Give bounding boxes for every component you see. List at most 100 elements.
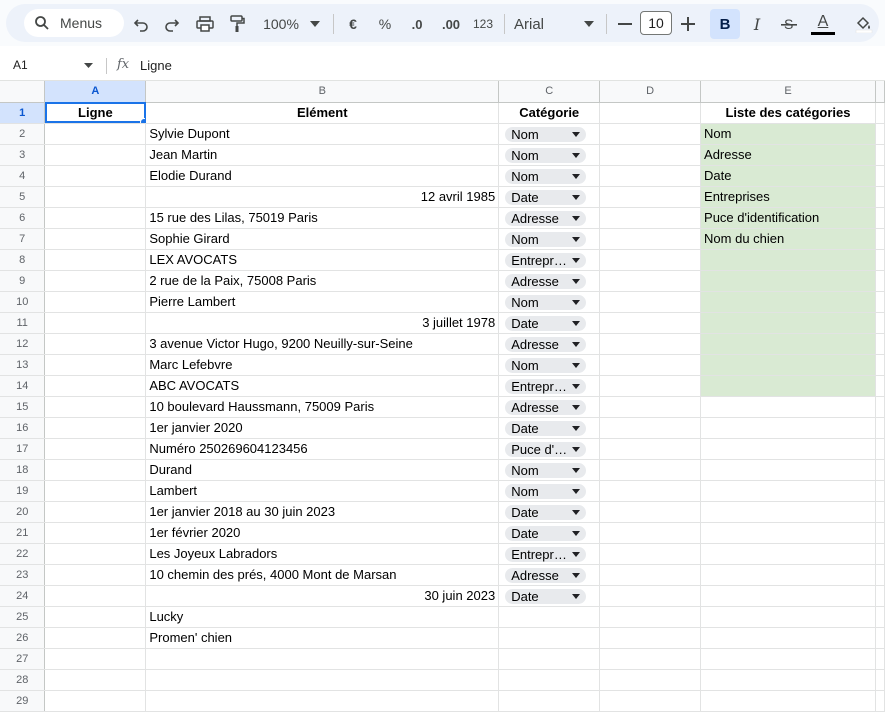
- cell-b-15[interactable]: 10 boulevard Haussmann, 75009 Paris: [145, 396, 500, 418]
- currency-button[interactable]: €: [343, 10, 363, 38]
- category-dropdown-chip[interactable]: Date: [505, 525, 587, 541]
- cell-b-2[interactable]: Sylvie Dupont: [145, 123, 500, 145]
- formula-input[interactable]: Ligne: [140, 58, 172, 73]
- name-box[interactable]: A1: [13, 58, 28, 72]
- row-header[interactable]: 4: [0, 165, 46, 187]
- cell-b-12[interactable]: 3 avenue Victor Hugo, 9200 Neuilly-sur-S…: [145, 333, 500, 355]
- category-dropdown-chip[interactable]: Nom: [505, 462, 587, 478]
- cell-c-9[interactable]: Adresse: [498, 270, 601, 292]
- cell-b-11[interactable]: 3 juillet 1978: [145, 312, 500, 334]
- cell-f-23[interactable]: [875, 564, 885, 586]
- category-dropdown-chip[interactable]: Date: [505, 315, 587, 331]
- font-chevron-down-icon[interactable]: [582, 10, 596, 38]
- cell-c-7[interactable]: Nom: [498, 228, 601, 250]
- cell-a-22[interactable]: [44, 543, 147, 565]
- category-dropdown-chip[interactable]: Puce d'identification: [505, 441, 587, 457]
- cell-e-14[interactable]: [700, 375, 876, 397]
- cell-d-1[interactable]: [599, 102, 702, 124]
- cell-e-1[interactable]: Liste des catégories: [700, 102, 876, 124]
- increase-decimal-button[interactable]: .00: [437, 10, 465, 38]
- cell-d-9[interactable]: [599, 270, 702, 292]
- cell-e-17[interactable]: [700, 438, 876, 460]
- cell-f-10[interactable]: [875, 291, 885, 313]
- cell-a-29[interactable]: [44, 690, 147, 712]
- cell-e-23[interactable]: [700, 564, 876, 586]
- cell-c-15[interactable]: Adresse: [498, 396, 601, 418]
- cell-a-5[interactable]: [44, 186, 147, 208]
- row-header[interactable]: 27: [0, 648, 46, 670]
- cell-f-20[interactable]: [875, 501, 885, 523]
- cell-a-20[interactable]: [44, 501, 147, 523]
- category-dropdown-chip[interactable]: Entreprises: [505, 546, 587, 562]
- row-header[interactable]: 2: [0, 123, 46, 145]
- cell-b-3[interactable]: Jean Martin: [145, 144, 500, 166]
- undo-icon[interactable]: [131, 10, 151, 38]
- cell-e-2[interactable]: Nom: [700, 123, 876, 145]
- cell-d-23[interactable]: [599, 564, 702, 586]
- cell-b-18[interactable]: Durand: [145, 459, 500, 481]
- cell-d-18[interactable]: [599, 459, 702, 481]
- print-icon[interactable]: [194, 10, 216, 38]
- cell-b-14[interactable]: ABC AVOCATS: [145, 375, 500, 397]
- cell-f-6[interactable]: [875, 207, 885, 229]
- cell-f-9[interactable]: [875, 270, 885, 292]
- cell-f-28[interactable]: [875, 669, 885, 691]
- cell-d-28[interactable]: [599, 669, 702, 691]
- column-header-e[interactable]: E: [700, 81, 876, 103]
- cell-c-19[interactable]: Nom: [498, 480, 601, 502]
- cell-e-11[interactable]: [700, 312, 876, 334]
- cell-e-27[interactable]: [700, 648, 876, 670]
- cell-e-5[interactable]: Entreprises: [700, 186, 876, 208]
- font-select[interactable]: Arial: [514, 10, 554, 38]
- cell-f-13[interactable]: [875, 354, 885, 376]
- cell-d-20[interactable]: [599, 501, 702, 523]
- cell-f-19[interactable]: [875, 480, 885, 502]
- cell-d-12[interactable]: [599, 333, 702, 355]
- category-dropdown-chip[interactable]: Adresse: [505, 336, 587, 352]
- cell-b-28[interactable]: [145, 669, 500, 691]
- row-header[interactable]: 13: [0, 354, 46, 376]
- cell-b-6[interactable]: 15 rue des Lilas, 75019 Paris: [145, 207, 500, 229]
- cell-f-29[interactable]: [875, 690, 885, 712]
- cell-f-8[interactable]: [875, 249, 885, 271]
- cell-d-19[interactable]: [599, 480, 702, 502]
- cell-d-13[interactable]: [599, 354, 702, 376]
- cell-a-23[interactable]: [44, 564, 147, 586]
- cell-b-27[interactable]: [145, 648, 500, 670]
- row-header[interactable]: 18: [0, 459, 46, 481]
- cell-d-16[interactable]: [599, 417, 702, 439]
- cell-e-10[interactable]: [700, 291, 876, 313]
- category-dropdown-chip[interactable]: Nom: [505, 168, 587, 184]
- cell-e-28[interactable]: [700, 669, 876, 691]
- row-header[interactable]: 17: [0, 438, 46, 460]
- cell-a-28[interactable]: [44, 669, 147, 691]
- redo-icon[interactable]: [162, 10, 182, 38]
- cell-c-3[interactable]: Nom: [498, 144, 601, 166]
- cell-c-18[interactable]: Nom: [498, 459, 601, 481]
- row-header[interactable]: 25: [0, 606, 46, 628]
- category-dropdown-chip[interactable]: Entreprises: [505, 378, 587, 394]
- cell-f-1[interactable]: [875, 102, 885, 124]
- row-header[interactable]: 28: [0, 669, 46, 691]
- cell-e-6[interactable]: Puce d'identification: [700, 207, 876, 229]
- cell-a-14[interactable]: [44, 375, 147, 397]
- row-header[interactable]: 12: [0, 333, 46, 355]
- row-header[interactable]: 21: [0, 522, 46, 544]
- cell-f-18[interactable]: [875, 459, 885, 481]
- cell-c-4[interactable]: Nom: [498, 165, 601, 187]
- text-color-button[interactable]: A: [810, 10, 836, 38]
- cell-b-22[interactable]: Les Joyeux Labradors: [145, 543, 500, 565]
- cell-d-17[interactable]: [599, 438, 702, 460]
- cell-a-17[interactable]: [44, 438, 147, 460]
- cell-c-12[interactable]: Adresse: [498, 333, 601, 355]
- category-dropdown-chip[interactable]: Date: [505, 588, 587, 604]
- row-header[interactable]: 11: [0, 312, 46, 334]
- category-dropdown-chip[interactable]: Date: [505, 420, 587, 436]
- cell-e-18[interactable]: [700, 459, 876, 481]
- cell-b-17[interactable]: Numéro 250269604123456: [145, 438, 500, 460]
- cell-a-24[interactable]: [44, 585, 147, 607]
- zoom-select[interactable]: 100%: [258, 10, 304, 38]
- font-size-decrease-icon[interactable]: [616, 10, 634, 38]
- cell-f-16[interactable]: [875, 417, 885, 439]
- cell-a-7[interactable]: [44, 228, 147, 250]
